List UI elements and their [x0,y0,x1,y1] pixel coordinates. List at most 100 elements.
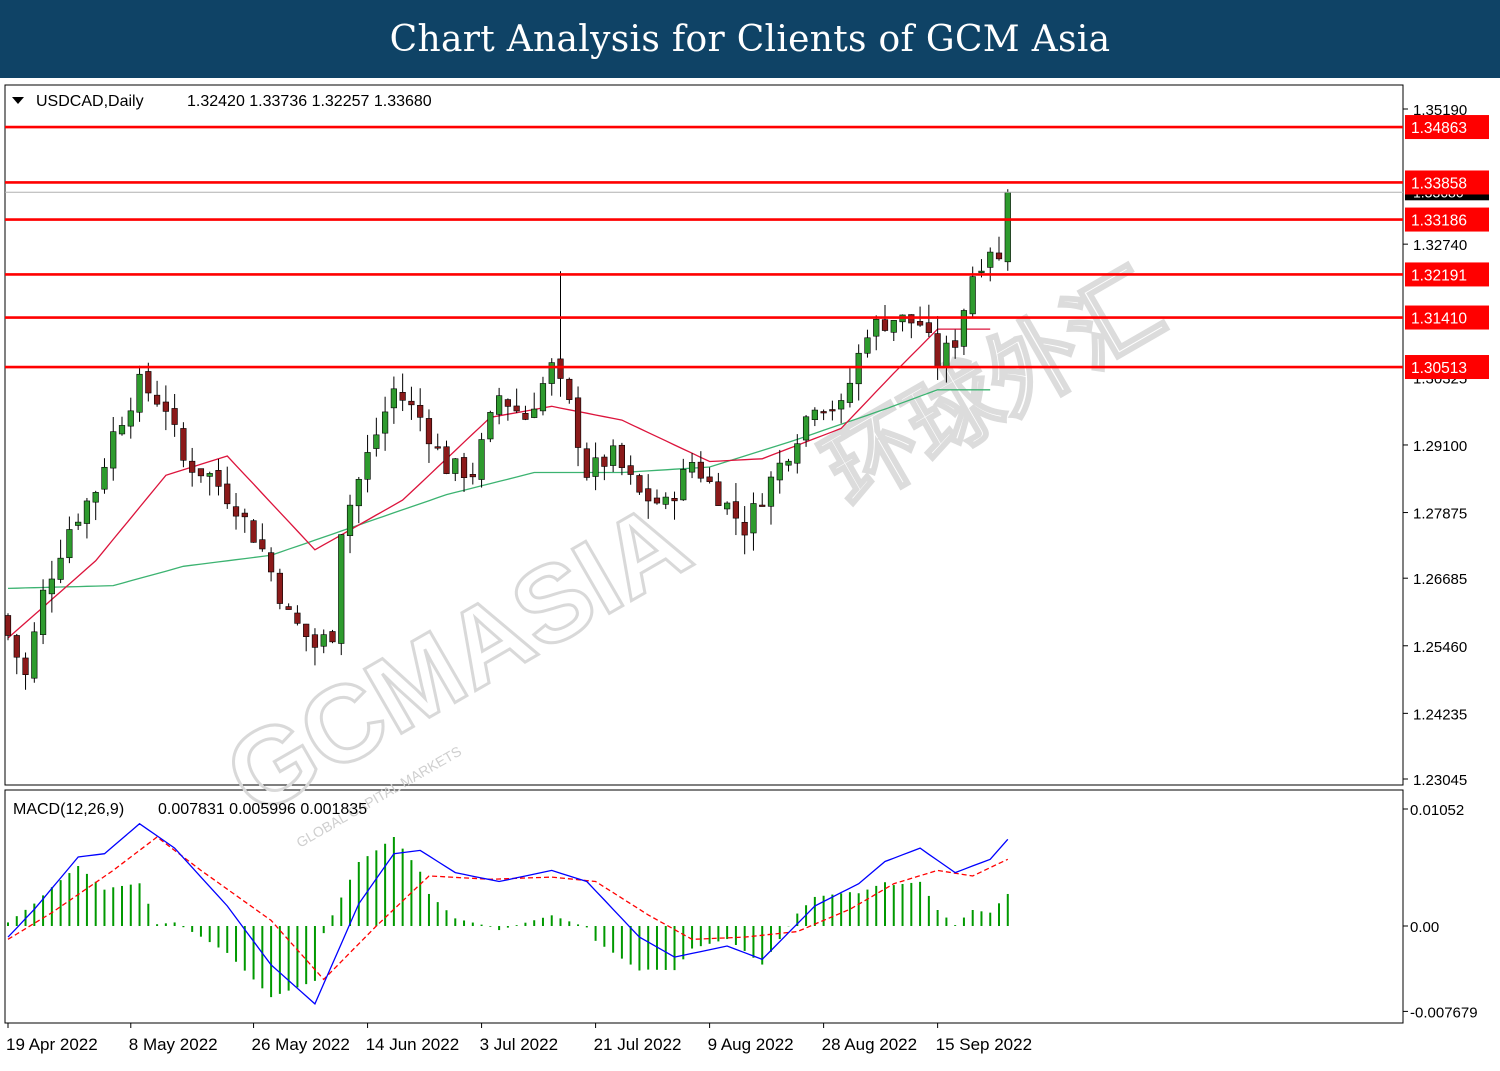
candle-body [118,425,126,435]
price-axis: 1.351901.327401.291001.278751.266851.254… [1403,102,1489,1021]
candle-body [855,352,862,385]
level-label: 1.30513 [1411,360,1467,377]
candle-body [890,320,897,333]
candle-body [390,388,397,409]
candle-body [31,631,38,679]
candle-body [364,452,371,480]
candle-body [487,412,494,440]
candle-body [995,252,1003,260]
candle-body [610,445,617,466]
candle-body [13,635,20,658]
banner-title: Chart Analysis for Clients of GCM Asia [389,18,1111,60]
candle-body [276,572,283,604]
candle-body [101,466,108,490]
candle-body [934,333,941,367]
price-tick-label: 1.32740 [1413,237,1467,254]
candle-body [206,473,213,477]
macd-tick-label: 0.01052 [1410,802,1464,819]
macd-panel [4,789,1404,1024]
candle-body [838,400,845,410]
candle-body [741,521,748,536]
price-tick-label: 1.27875 [1413,506,1467,523]
candle-body [618,444,625,468]
time-tick-label: 28 Aug 2022 [822,1035,917,1054]
candle-body [662,496,669,505]
time-tick-label: 9 Aug 2022 [708,1035,794,1054]
candle-body [83,500,91,524]
chart-area[interactable]: GCMASIAGLOBAL CAPITAL MARKETS环球外汇 1.3519… [0,78,1500,1071]
candle-body [566,378,573,400]
candle-body [916,321,924,326]
candle-body [496,395,503,415]
candle-body [285,606,292,610]
time-tick-label: 21 Jul 2022 [594,1035,682,1054]
time-tick-label: 14 Jun 2022 [366,1035,460,1054]
candle-body [504,399,511,407]
level-label: 1.33186 [1411,213,1467,230]
candle-body [680,468,687,501]
candle-body [425,418,433,445]
level-label: 1.31410 [1411,311,1467,328]
candle-body [311,634,319,648]
candle-body [846,382,854,403]
candle-body [688,462,696,473]
macd-label: MACD(12,26,9) [13,801,124,818]
candle-body [180,428,187,461]
candle-body [232,506,240,517]
candle-body [759,504,766,507]
time-tick-label: 19 Apr 2022 [6,1035,98,1054]
candle-body [127,410,134,427]
price-tick-label: 1.29100 [1413,438,1467,455]
candle-body [259,539,266,550]
time-tick-label: 3 Jul 2022 [480,1035,558,1054]
candle-body [48,578,55,595]
candle-body [382,411,389,434]
candle-body [373,434,380,449]
candle-body [645,488,652,502]
level-label: 1.33858 [1411,175,1467,192]
candle-body [873,318,880,337]
time-tick-label: 15 Sep 2022 [936,1035,1032,1054]
candle-body [92,492,99,503]
candle-body [434,446,441,449]
macd-tick-label: -0.007679 [1410,1004,1478,1021]
price-tick-label: 1.26685 [1413,571,1467,588]
candle-body [531,408,538,418]
candle-body [136,373,143,413]
candle-body [110,431,117,469]
candle-body [653,497,661,504]
candle-body [706,476,713,482]
candle-body [987,251,994,268]
candle-body [767,476,775,507]
candle-body [329,631,336,643]
candle-body [539,383,547,412]
candle-body [478,439,485,480]
candle-body [592,457,599,477]
candle-body [627,465,634,475]
level-label: 1.32191 [1411,267,1467,284]
candle-body [960,310,968,347]
candle-body [697,461,704,479]
candle-body [399,392,406,401]
candle-body [197,468,205,477]
candle-body [969,276,976,315]
time-tick-label: 8 May 2022 [129,1035,218,1054]
candle-body [925,322,932,333]
time-axis: 19 Apr 2022 8 May 2022 26 May 2022 14 Jun 2… [6,1023,1032,1054]
macd-values: 0.007831 0.005996 0.001835 [158,801,367,818]
candle-body [346,504,354,536]
candle-body [881,319,889,331]
candle-body [513,405,520,412]
candle-body [601,456,608,467]
symbol-label: USDCAD,Daily [36,93,144,110]
candle-body [355,478,362,507]
candle-body [636,475,643,493]
candle-body [811,409,818,421]
candle-body [557,358,564,379]
candle-body [66,529,73,559]
candle-body [460,457,468,478]
price-tick-label: 1.24235 [1413,706,1467,723]
candle-body [22,657,29,675]
candle-body [820,411,827,414]
candle-body [732,501,740,519]
